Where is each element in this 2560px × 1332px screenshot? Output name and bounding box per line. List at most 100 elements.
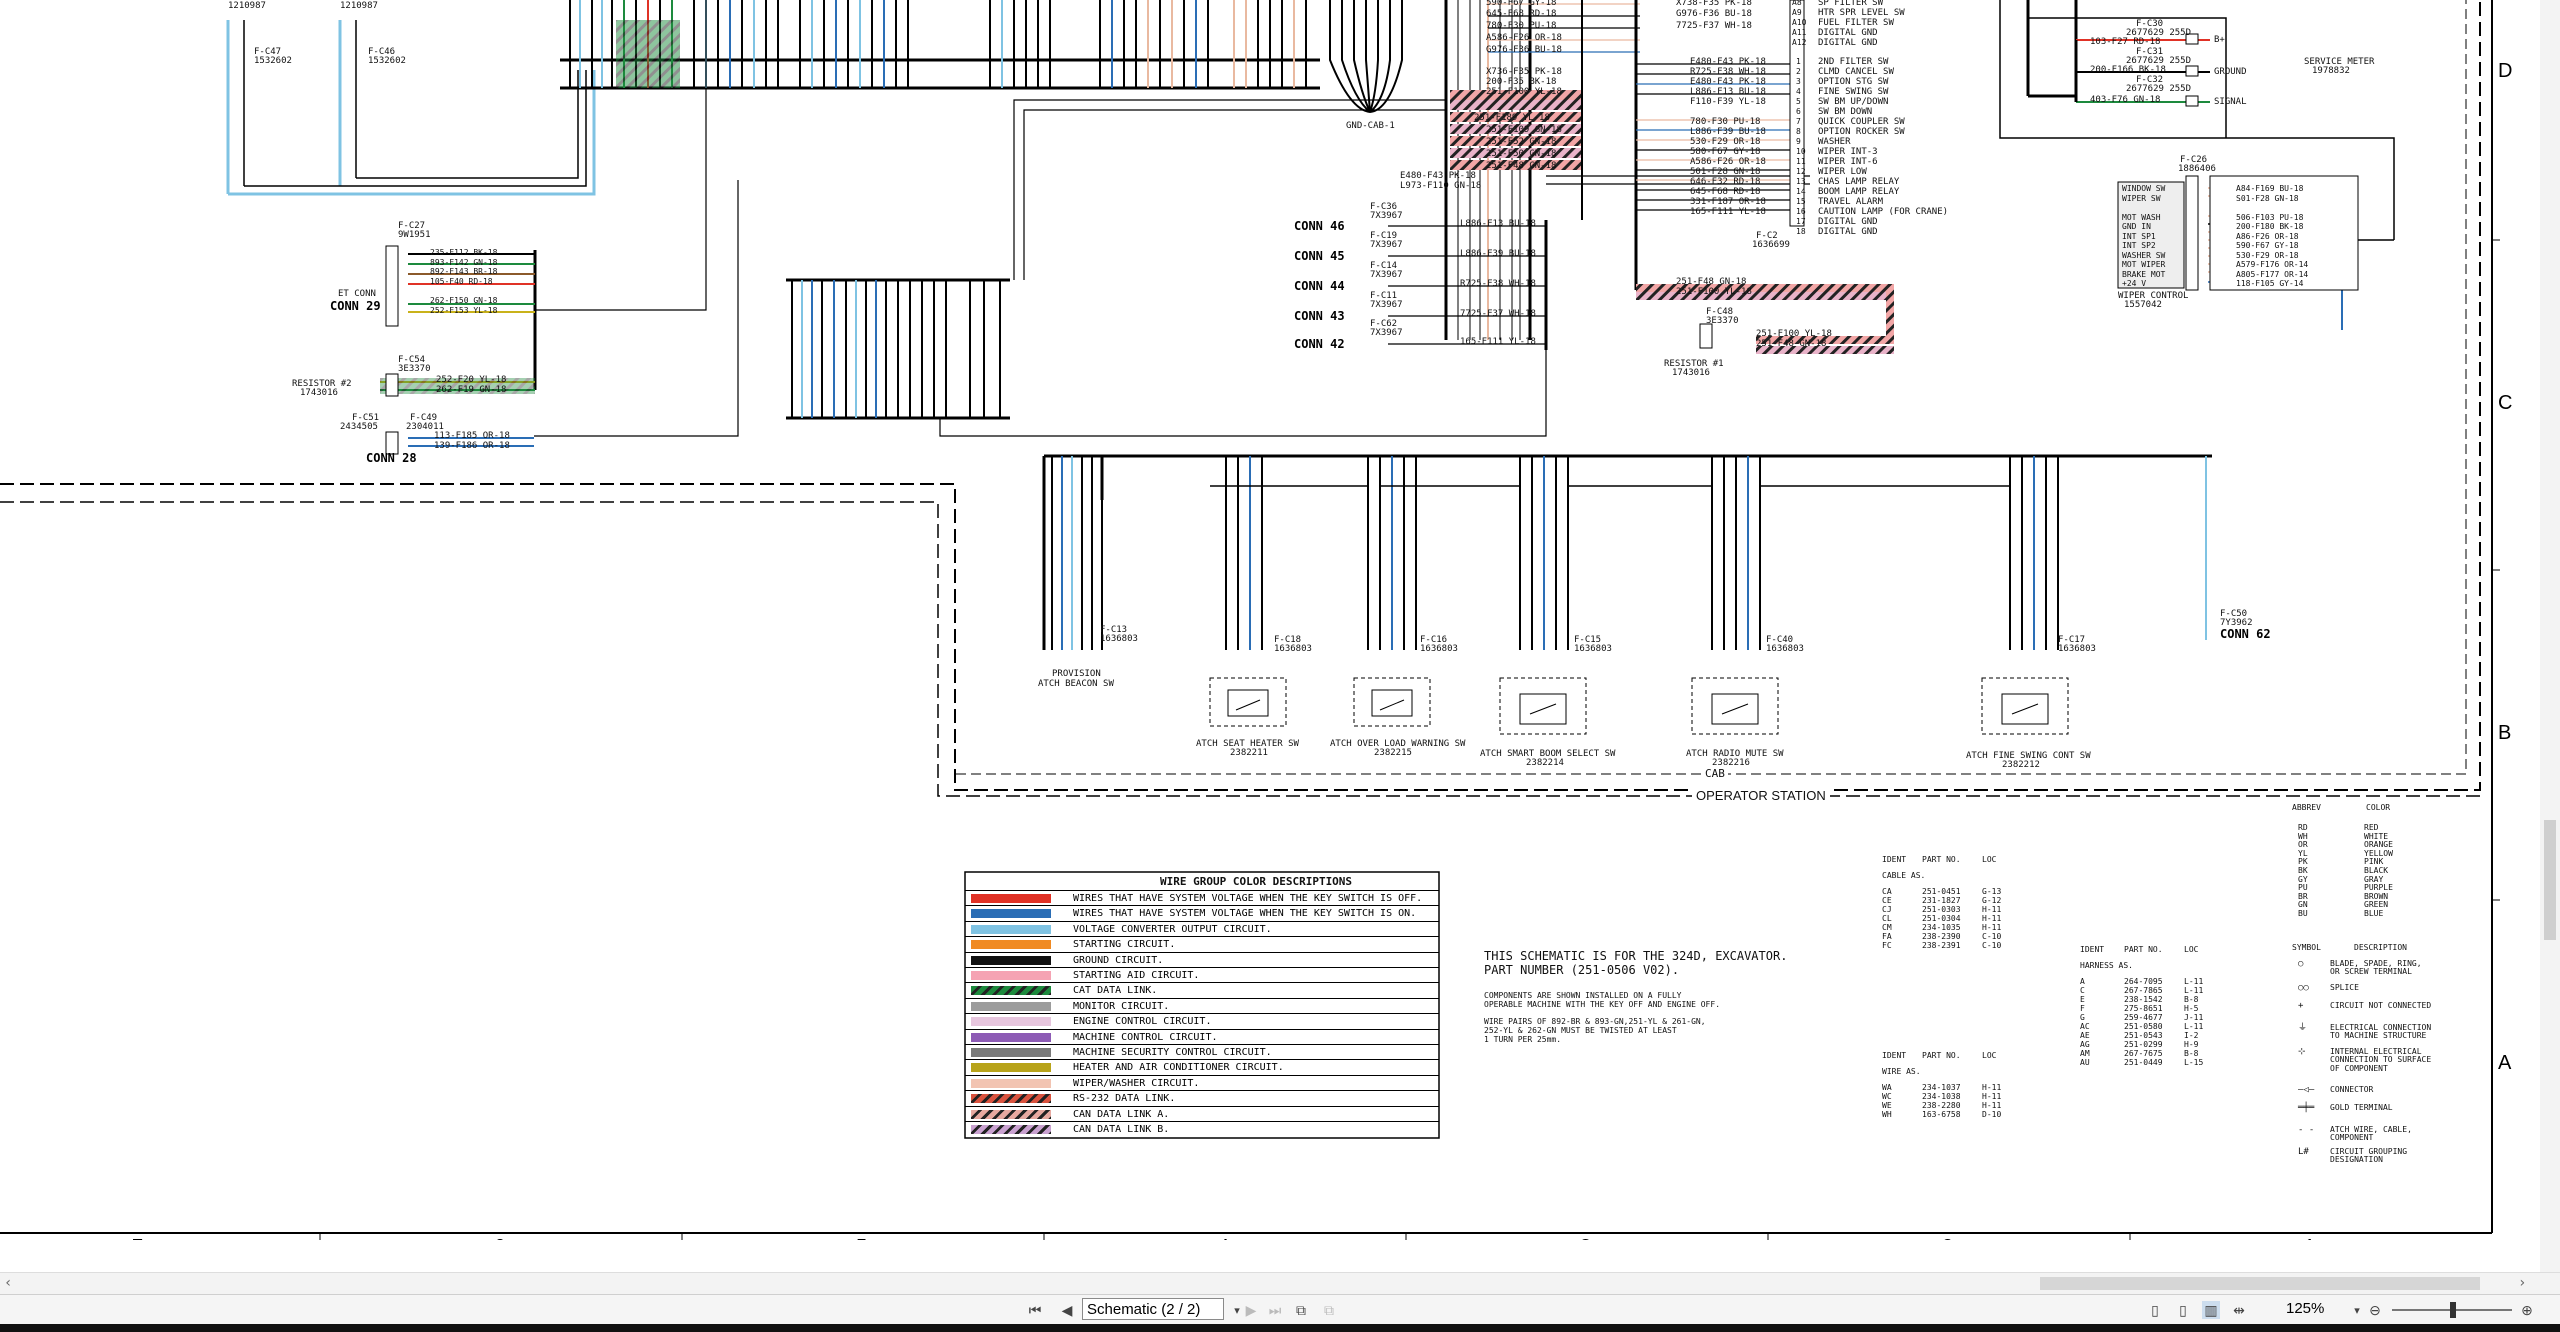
previous-page-icon[interactable]: ◀ [1058, 1301, 1076, 1319]
table-cell: H-11 [1982, 914, 2002, 923]
table-cell: H-11 [1982, 905, 2002, 914]
part-number: 1978832 [2312, 66, 2350, 76]
symbol-glyph: L# [2298, 1147, 2309, 1157]
wire-label: E480-F43 PK-18 [1690, 77, 1766, 87]
connector-conn46[interactable]: CONN 46 [1294, 220, 1345, 232]
table-cell: H-5 [2184, 1004, 2199, 1013]
table-cell: OR [2298, 840, 2308, 850]
wiper-pin-label: GND IN [2122, 222, 2151, 231]
first-page-icon[interactable]: ⏮ [1026, 1301, 1044, 1319]
continuous-view-icon[interactable]: ▥ [2202, 1301, 2220, 1319]
part-number: 1210987 [340, 1, 378, 11]
table-cell: C-10 [1982, 932, 2002, 941]
table-cell: 234-1038 [1922, 1092, 1961, 1101]
legend-row: CAN DATA LINK B. [965, 1121, 1439, 1137]
connector-conn42[interactable]: CONN 42 [1294, 338, 1345, 350]
part-number: 7X3967 [1370, 300, 1403, 310]
horizontal-scrollbar[interactable]: ‹ › [0, 1272, 2560, 1295]
table-cell: AC [2080, 1022, 2090, 1031]
schematic-canvas[interactable]: 1210987 1210987 F-C47 1532602 F-C46 1532… [0, 0, 2560, 1240]
table-cell: CA [1882, 887, 1892, 896]
table-cell: BLUE [2364, 909, 2384, 918]
note-line: THIS SCHEMATIC IS FOR THE 324D, EXCAVATO… [1484, 949, 1788, 963]
wire-label: R725-F38 WH-18 [1690, 67, 1766, 77]
wire-label: 251-F52 GN-18 [1486, 137, 1557, 147]
table-cell: 238-2391 [1922, 941, 1961, 950]
wire-label: 165-F111 YL-18 [1460, 337, 1536, 347]
part-number: 2382215 [1374, 748, 1412, 758]
wire-label: E480-F43 PK-18 [1690, 57, 1766, 67]
table-cell: 238-2280 [1922, 1101, 1961, 1110]
symbol-description: TO MACHINE STRUCTURE [2330, 1031, 2427, 1041]
fit-width-icon[interactable]: ⇹ [2230, 1301, 2248, 1319]
sheet-view-icon[interactable]: ⧉ [1292, 1301, 1310, 1319]
part-number: 3E3370 [1706, 316, 1739, 326]
pin-number: 7 [1796, 117, 1801, 126]
zoom-dropdown-icon[interactable]: ▾ [2348, 1302, 2366, 1320]
horizontal-scroll-thumb[interactable] [2040, 1277, 2480, 1290]
connector-conn45[interactable]: CONN 45 [1294, 250, 1345, 262]
signal-label: CLMD CANCEL SW [1818, 67, 1894, 77]
table-cell: 267-7675 [2124, 1049, 2163, 1058]
table-header: SYMBOL [2292, 943, 2321, 952]
scroll-right-icon[interactable]: › [2518, 1275, 2526, 1291]
table-cell: 251-0303 [1922, 905, 1961, 914]
scroll-left-icon[interactable]: ‹ [4, 1275, 12, 1291]
pin-number: 16 [1796, 207, 1806, 216]
pin-number: 13 [1796, 177, 1806, 186]
table-cell: 251-0451 [1922, 887, 1961, 896]
connector-conn43[interactable]: CONN 43 [1294, 310, 1345, 322]
wire-label: 506-F103 PU-18 [2236, 212, 2304, 222]
table-cell: A [2080, 977, 2085, 986]
pin-label: A12 [1792, 38, 1807, 47]
signal-label: WIPER LOW [1818, 167, 1867, 177]
legend-swatch [971, 1109, 1051, 1119]
part-number: 2382211 [1230, 748, 1268, 758]
legend-description: ENGINE CONTROL CIRCUIT. [1073, 1016, 1212, 1028]
connector-conn44[interactable]: CONN 44 [1294, 280, 1345, 292]
wire-label: A86-F26 OR-18 [2236, 231, 2299, 241]
zoom-out-icon[interactable]: ⊖ [2366, 1301, 2384, 1319]
pin-number: 14 [1796, 187, 1806, 196]
connector-conn28[interactable]: CONN 28 [366, 452, 417, 464]
single-page-view-icon[interactable]: ▯ [2146, 1301, 2164, 1319]
legend-row: MACHINE SECURITY CONTROL CIRCUIT. [965, 1044, 1439, 1060]
legend-swatch [971, 1001, 1051, 1011]
part-number: 1636699 [1752, 240, 1790, 250]
vertical-scroll-thumb[interactable] [2544, 820, 2556, 940]
sheet-compare-icon[interactable]: ⧉ [1320, 1301, 1338, 1319]
symbol-description: CONNECTOR [2330, 1085, 2374, 1094]
table-header: LOC [2184, 945, 2199, 954]
zoom-in-icon[interactable]: ⊕ [2518, 1301, 2536, 1319]
table-cell: 234-1035 [1922, 923, 1961, 932]
wire-label: X736-F35 PK-18 [1486, 67, 1562, 77]
next-page-icon[interactable]: ▶ [1242, 1301, 1260, 1319]
part-number: 1636803 [1420, 644, 1458, 654]
signal-label: SW BM DOWN [1818, 107, 1873, 117]
signal-label: OPTION ROCKER SW [1818, 127, 1905, 137]
pin-number: 3 [1796, 77, 1801, 86]
zoom-slider-handle[interactable] [2450, 1302, 2456, 1318]
vertical-scrollbar[interactable] [2540, 0, 2560, 1272]
wire-label: 530-F29 OR-18 [1690, 137, 1761, 147]
last-page-icon[interactable]: ⏭ [1266, 1301, 1284, 1319]
table-cell: L-15 [2184, 1058, 2204, 1067]
wire-label: 262-F150 GN-18 [430, 296, 498, 305]
note-line: PART NUMBER (251-0506 V02). [1484, 963, 1680, 977]
part-number: 1532602 [254, 56, 292, 66]
area-operator-station: OPERATOR STATION [1692, 789, 1830, 802]
connector-conn29[interactable]: CONN 29 [330, 300, 381, 312]
wire-label: L886-F13 BU-18 [1460, 219, 1536, 229]
connector-conn62[interactable]: CONN 62 [2220, 628, 2271, 640]
two-page-view-icon[interactable]: ▯ [2174, 1301, 2192, 1319]
signal-label: SP FILTER SW [1818, 0, 1884, 8]
sheet-select[interactable]: Schematic (2 / 2) [1082, 1298, 1224, 1320]
table-cell: F [2080, 1004, 2085, 1013]
grid-column-5: 5 [856, 1236, 867, 1240]
wire-label: 780-F30 PU-18 [1690, 117, 1761, 127]
legend-swatch [971, 924, 1051, 934]
wire-label: 118-F105 GY-14 [2236, 279, 2304, 288]
legend-swatch [971, 940, 1051, 950]
pin-number: 11 [1796, 157, 1806, 166]
signal-label: DIGITAL GND [1818, 217, 1878, 227]
